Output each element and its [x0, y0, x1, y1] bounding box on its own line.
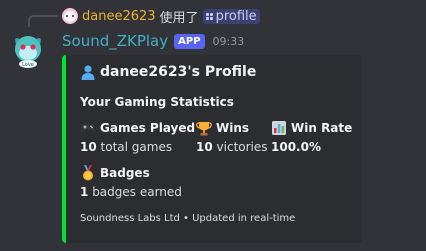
- reply-reference[interactable]: danee2623 使用了 profile: [62, 6, 260, 26]
- win-rate-value: 100.0%: [271, 140, 321, 154]
- reply-username[interactable]: danee2623: [82, 9, 156, 24]
- field-name-badges: Badges: [100, 166, 150, 180]
- svg-text:Love: Love: [22, 62, 34, 68]
- embed-title-text: danee2623's Profile: [100, 64, 257, 80]
- bot-avatar[interactable]: Love: [8, 30, 48, 70]
- dolphin-avatar-icon: Love: [15, 36, 41, 68]
- field-name-games-played: Games Played: [100, 121, 196, 135]
- wins-suffix: victories: [216, 140, 268, 154]
- field-name-win-rate: Win Rate: [291, 121, 353, 135]
- message-header: Sound_ZKPlay APP 09:33: [62, 31, 244, 51]
- badges-count: 1: [80, 185, 89, 199]
- command-name: profile: [215, 8, 257, 24]
- medal-icon: [83, 165, 93, 181]
- field-games-played: Games Played 10 total games: [80, 119, 195, 154]
- reply-avatar[interactable]: [62, 8, 78, 24]
- game-controller-icon: [81, 124, 95, 133]
- embed-footer: Soundness Labs Ltd • Updated in real-tim…: [80, 213, 296, 224]
- command-mention[interactable]: profile: [202, 8, 260, 24]
- embed-title: danee2623's Profile: [80, 64, 256, 80]
- badges-suffix: badges earned: [92, 185, 182, 199]
- bar-chart-icon: [272, 121, 286, 135]
- field-wins: Wins 10 victories: [196, 119, 268, 154]
- field-badges: Badges 1 badges earned: [80, 164, 182, 199]
- wins-count: 10: [196, 140, 213, 154]
- embed-description: Your Gaming Statistics: [80, 95, 234, 109]
- discord-message: danee2623 使用了 profile Love Sound_ZKPlay …: [0, 0, 426, 251]
- games-played-suffix: total games: [100, 140, 173, 154]
- app-badge: APP: [174, 33, 205, 49]
- field-name-wins: Wins: [216, 121, 250, 135]
- reply-connector-line: [28, 15, 58, 27]
- profile-embed: danee2623's Profile Your Gaming Statisti…: [62, 55, 362, 243]
- message-timestamp[interactable]: 09:33: [213, 35, 245, 48]
- games-played-count: 10: [80, 140, 97, 154]
- trophy-icon: [196, 122, 212, 136]
- slash-command-icon: [205, 12, 213, 20]
- bot-username[interactable]: Sound_ZKPlay: [62, 32, 168, 50]
- field-win-rate: Win Rate 100.0%: [271, 119, 352, 154]
- bust-in-silhouette-icon: [81, 65, 95, 80]
- reply-action-text: 使用了: [159, 10, 199, 26]
